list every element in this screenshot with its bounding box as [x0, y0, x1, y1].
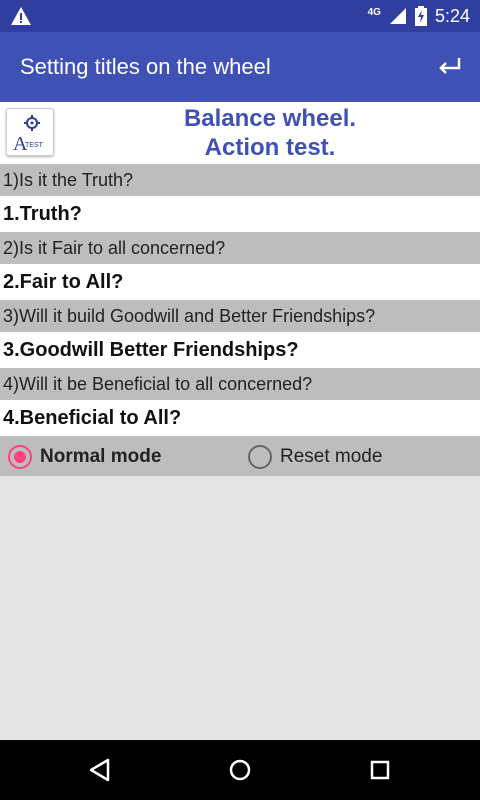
title-line-1: Balance wheel. — [183, 105, 357, 132]
mode-selector: Normal mode Reset mode — [0, 436, 480, 476]
battery-charging-icon — [414, 6, 427, 26]
normal-mode-label[interactable]: Normal mode — [40, 446, 161, 468]
header-row: A TEST Balance wheel. Action test. — [0, 102, 480, 164]
question-1: 1)Is it the Truth? — [0, 164, 480, 196]
app-logo: A TEST — [6, 108, 54, 156]
gear-icon — [24, 115, 40, 131]
answer-field-4[interactable]: 4.Beneficial to All? — [0, 400, 480, 436]
normal-mode-radio[interactable] — [8, 445, 32, 469]
app-title: Setting titles on the wheel — [20, 54, 271, 79]
app-bar: Setting titles on the wheel — [0, 32, 480, 102]
answer-field-3[interactable]: 3.Goodwill Better Friendships? — [0, 332, 480, 368]
logo-sub: TEST — [25, 142, 43, 149]
signal-icon — [389, 8, 406, 24]
status-right: 4G 5:24 — [368, 0, 470, 32]
answer-field-2[interactable]: 2.Fair to All? — [0, 264, 480, 300]
network-type: 4G — [367, 6, 381, 18]
return-arrow-icon[interactable] — [434, 52, 464, 82]
answer-field-1[interactable]: 1.Truth? — [0, 196, 480, 232]
status-bar: 4G 5:24 — [0, 0, 480, 32]
warning-icon — [11, 7, 31, 25]
reset-mode-radio[interactable] — [248, 445, 272, 469]
recents-square-icon[interactable] — [364, 754, 396, 786]
clock: 5:24 — [434, 5, 470, 26]
main-content: A TEST Balance wheel. Action test. 1)Is … — [0, 102, 480, 476]
home-circle-icon[interactable] — [224, 754, 256, 786]
question-4: 4)Will it be Beneficial to all concerned… — [0, 368, 480, 400]
reset-mode-label[interactable]: Reset mode — [280, 446, 382, 468]
navigation-bar — [0, 740, 480, 800]
question-2: 2)Is it Fair to all concerned? — [0, 232, 480, 264]
question-3: 3)Will it build Goodwill and Better Frie… — [0, 300, 480, 332]
title-line-2: Action test. — [204, 134, 336, 161]
page-title: Balance wheel. Action test. — [60, 104, 480, 162]
back-triangle-icon[interactable] — [84, 754, 116, 786]
